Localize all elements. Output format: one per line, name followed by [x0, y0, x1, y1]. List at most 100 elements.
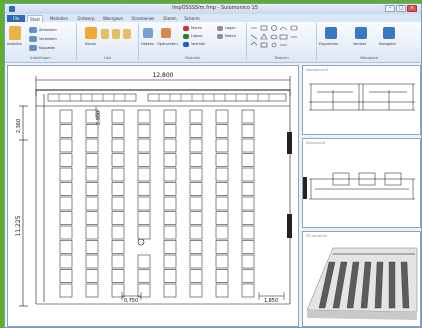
cubicle[interactable]: [189, 254, 203, 269]
cubicle[interactable]: [189, 182, 203, 196]
cubicle[interactable]: [241, 109, 255, 124]
cubicle[interactable]: [85, 138, 99, 153]
instellen-button[interactable]: Instellen: [7, 42, 22, 46]
cubicle[interactable]: [163, 225, 177, 240]
cubicle[interactable]: [59, 283, 73, 298]
cubicle[interactable]: [85, 225, 99, 240]
cubicle[interactable]: [111, 240, 125, 254]
voerhek-button[interactable]: Voerhek: [191, 42, 205, 46]
cubicle[interactable]: [111, 124, 125, 138]
cubicle[interactable]: [85, 182, 99, 196]
cubicle[interactable]: [111, 109, 125, 124]
cubicle[interactable]: [137, 182, 151, 196]
cubicle[interactable]: [111, 254, 125, 269]
cubicle[interactable]: [215, 254, 229, 269]
cubicle[interactable]: [85, 254, 99, 269]
tab-stramienen[interactable]: Stramienen: [129, 15, 157, 22]
ligbox-button[interactable]: Ligbox: [191, 34, 202, 38]
cubicle[interactable]: [59, 225, 73, 240]
shape-gallery[interactable]: [247, 25, 317, 55]
cubicle[interactable]: [137, 109, 151, 124]
cubicle[interactable]: [137, 138, 151, 153]
side-view[interactable]: Zijaanzicht: [302, 138, 421, 228]
cubicle[interactable]: [59, 211, 73, 225]
list-icon[interactable]: [123, 29, 131, 39]
cubicle[interactable]: [163, 153, 177, 167]
opdrachten-button[interactable]: Opdrachten: [157, 42, 178, 46]
cubicle[interactable]: [85, 153, 99, 167]
link-icon[interactable]: [29, 36, 37, 42]
floor-plan-drawing[interactable]: 12,800 11,225 2,360 2,900 0,750 1,850: [8, 66, 298, 326]
tab-scherm[interactable]: Scherm: [183, 15, 201, 22]
cubicle[interactable]: [241, 225, 255, 240]
cubicle[interactable]: [85, 211, 99, 225]
feeder-icon[interactable]: [183, 42, 189, 47]
nieuw-button[interactable]: Nieuw: [85, 42, 96, 46]
cubicle[interactable]: [163, 167, 177, 182]
cubicle[interactable]: [163, 269, 177, 283]
cubicle[interactable]: [215, 240, 229, 254]
cubicle[interactable]: [111, 225, 125, 240]
cubicle[interactable]: [85, 240, 99, 254]
cubicle[interactable]: [59, 167, 73, 182]
cubicle[interactable]: [215, 269, 229, 283]
cubicle[interactable]: [137, 225, 151, 240]
tab-ontwerp[interactable]: Ontwerp: [75, 15, 97, 22]
cubicle[interactable]: [59, 153, 73, 167]
cubicle[interactable]: [163, 283, 177, 298]
cubicle[interactable]: [241, 283, 255, 298]
cubicle[interactable]: [241, 211, 255, 225]
cubicle[interactable]: [85, 124, 99, 138]
muren-button[interactable]: Muren: [191, 26, 202, 30]
venster-button[interactable]: Venster: [353, 42, 366, 46]
cubicle[interactable]: [59, 240, 73, 254]
cubicle[interactable]: [215, 211, 229, 225]
navigatie-button[interactable]: Navigatie: [379, 42, 396, 46]
cubicle[interactable]: [189, 283, 203, 298]
cubicle[interactable]: [189, 225, 203, 240]
new-icon[interactable]: [85, 27, 97, 39]
cubicle[interactable]: [215, 167, 229, 182]
cubicle[interactable]: [163, 254, 177, 269]
close-button[interactable]: ×: [407, 5, 417, 12]
cubicle[interactable]: [85, 167, 99, 182]
cubicle[interactable]: [241, 254, 255, 269]
cubicle[interactable]: [215, 283, 229, 298]
cubicle[interactable]: [137, 196, 151, 211]
app-menu-icon[interactable]: [9, 6, 15, 12]
3d-view[interactable]: 3D aanzicht: [302, 231, 421, 327]
front-view[interactable]: Vooraanzicht: [302, 65, 421, 135]
cubicle[interactable]: [59, 124, 73, 138]
afdrukken-button[interactable]: Afdrukken: [39, 28, 57, 32]
tab-file[interactable]: File: [7, 15, 25, 22]
settings-icon[interactable]: [9, 26, 21, 40]
cubicle[interactable]: [215, 196, 229, 211]
cubicle[interactable]: [215, 153, 229, 167]
layers-icon[interactable]: [217, 26, 223, 31]
group-icon[interactable]: [112, 29, 120, 39]
cubicle[interactable]: [241, 240, 255, 254]
cubicle[interactable]: [189, 138, 203, 153]
cubicle[interactable]: [163, 138, 177, 153]
tasks-icon[interactable]: [161, 28, 171, 38]
cubicle[interactable]: [241, 182, 255, 196]
cubicle[interactable]: [59, 196, 73, 211]
cubicle[interactable]: [215, 182, 229, 196]
cubicle[interactable]: [189, 153, 203, 167]
cubicle[interactable]: [59, 269, 73, 283]
cubicle[interactable]: [189, 240, 203, 254]
cubicle[interactable]: [137, 211, 151, 225]
verbinden-button[interactable]: Verbinden: [39, 37, 57, 41]
cubicle[interactable]: [111, 269, 125, 283]
cubicle[interactable]: [85, 196, 99, 211]
print-icon[interactable]: [29, 27, 37, 33]
cubicle[interactable]: [241, 124, 255, 138]
wall-icon[interactable]: [183, 26, 189, 31]
cubicle[interactable]: [163, 240, 177, 254]
cubicle[interactable]: [137, 167, 151, 182]
barn-icon[interactable]: [101, 29, 109, 39]
cubicle[interactable]: [85, 269, 99, 283]
cubicle[interactable]: [111, 182, 125, 196]
cubicle[interactable]: [215, 124, 229, 138]
cubicle[interactable]: [215, 225, 229, 240]
